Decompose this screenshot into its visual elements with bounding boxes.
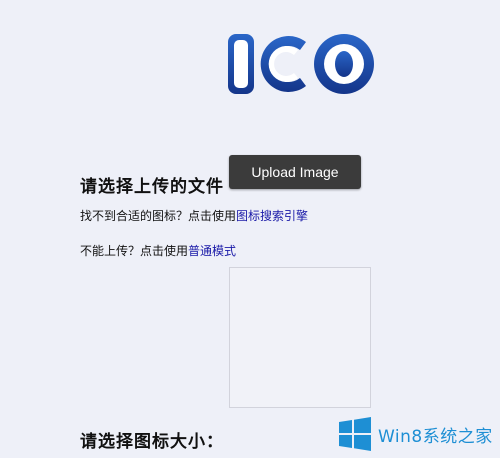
help-line-normal-mode-text: 不能上传？点击使用 xyxy=(80,244,189,258)
upload-title: 请选择上传的文件 xyxy=(80,177,224,197)
page: 请选择上传的文件 Upload Image 找不到合适的图标？点击使用图标搜索引… xyxy=(0,0,500,458)
ico-logo-graphic xyxy=(228,34,374,94)
image-preview-box xyxy=(229,267,371,408)
help-line-search-text: 找不到合适的图标？点击使用 xyxy=(80,209,237,223)
ico-logo xyxy=(224,24,378,104)
help-line-normal-mode: 不能上传？点击使用普通模式 xyxy=(80,242,236,259)
upload-image-button[interactable]: Upload Image xyxy=(229,155,361,189)
watermark-text: Win8系统之家 xyxy=(378,426,493,447)
normal-mode-link[interactable]: 普通模式 xyxy=(188,244,236,258)
icon-search-engine-link[interactable]: 图标搜索引擎 xyxy=(236,209,308,223)
icon-size-title: 请选择图标大小： xyxy=(80,432,224,452)
watermark: Win8系统之家 xyxy=(338,416,493,452)
help-line-search: 找不到合适的图标？点击使用图标搜索引擎 xyxy=(80,207,308,224)
windows-logo-icon xyxy=(338,417,372,451)
